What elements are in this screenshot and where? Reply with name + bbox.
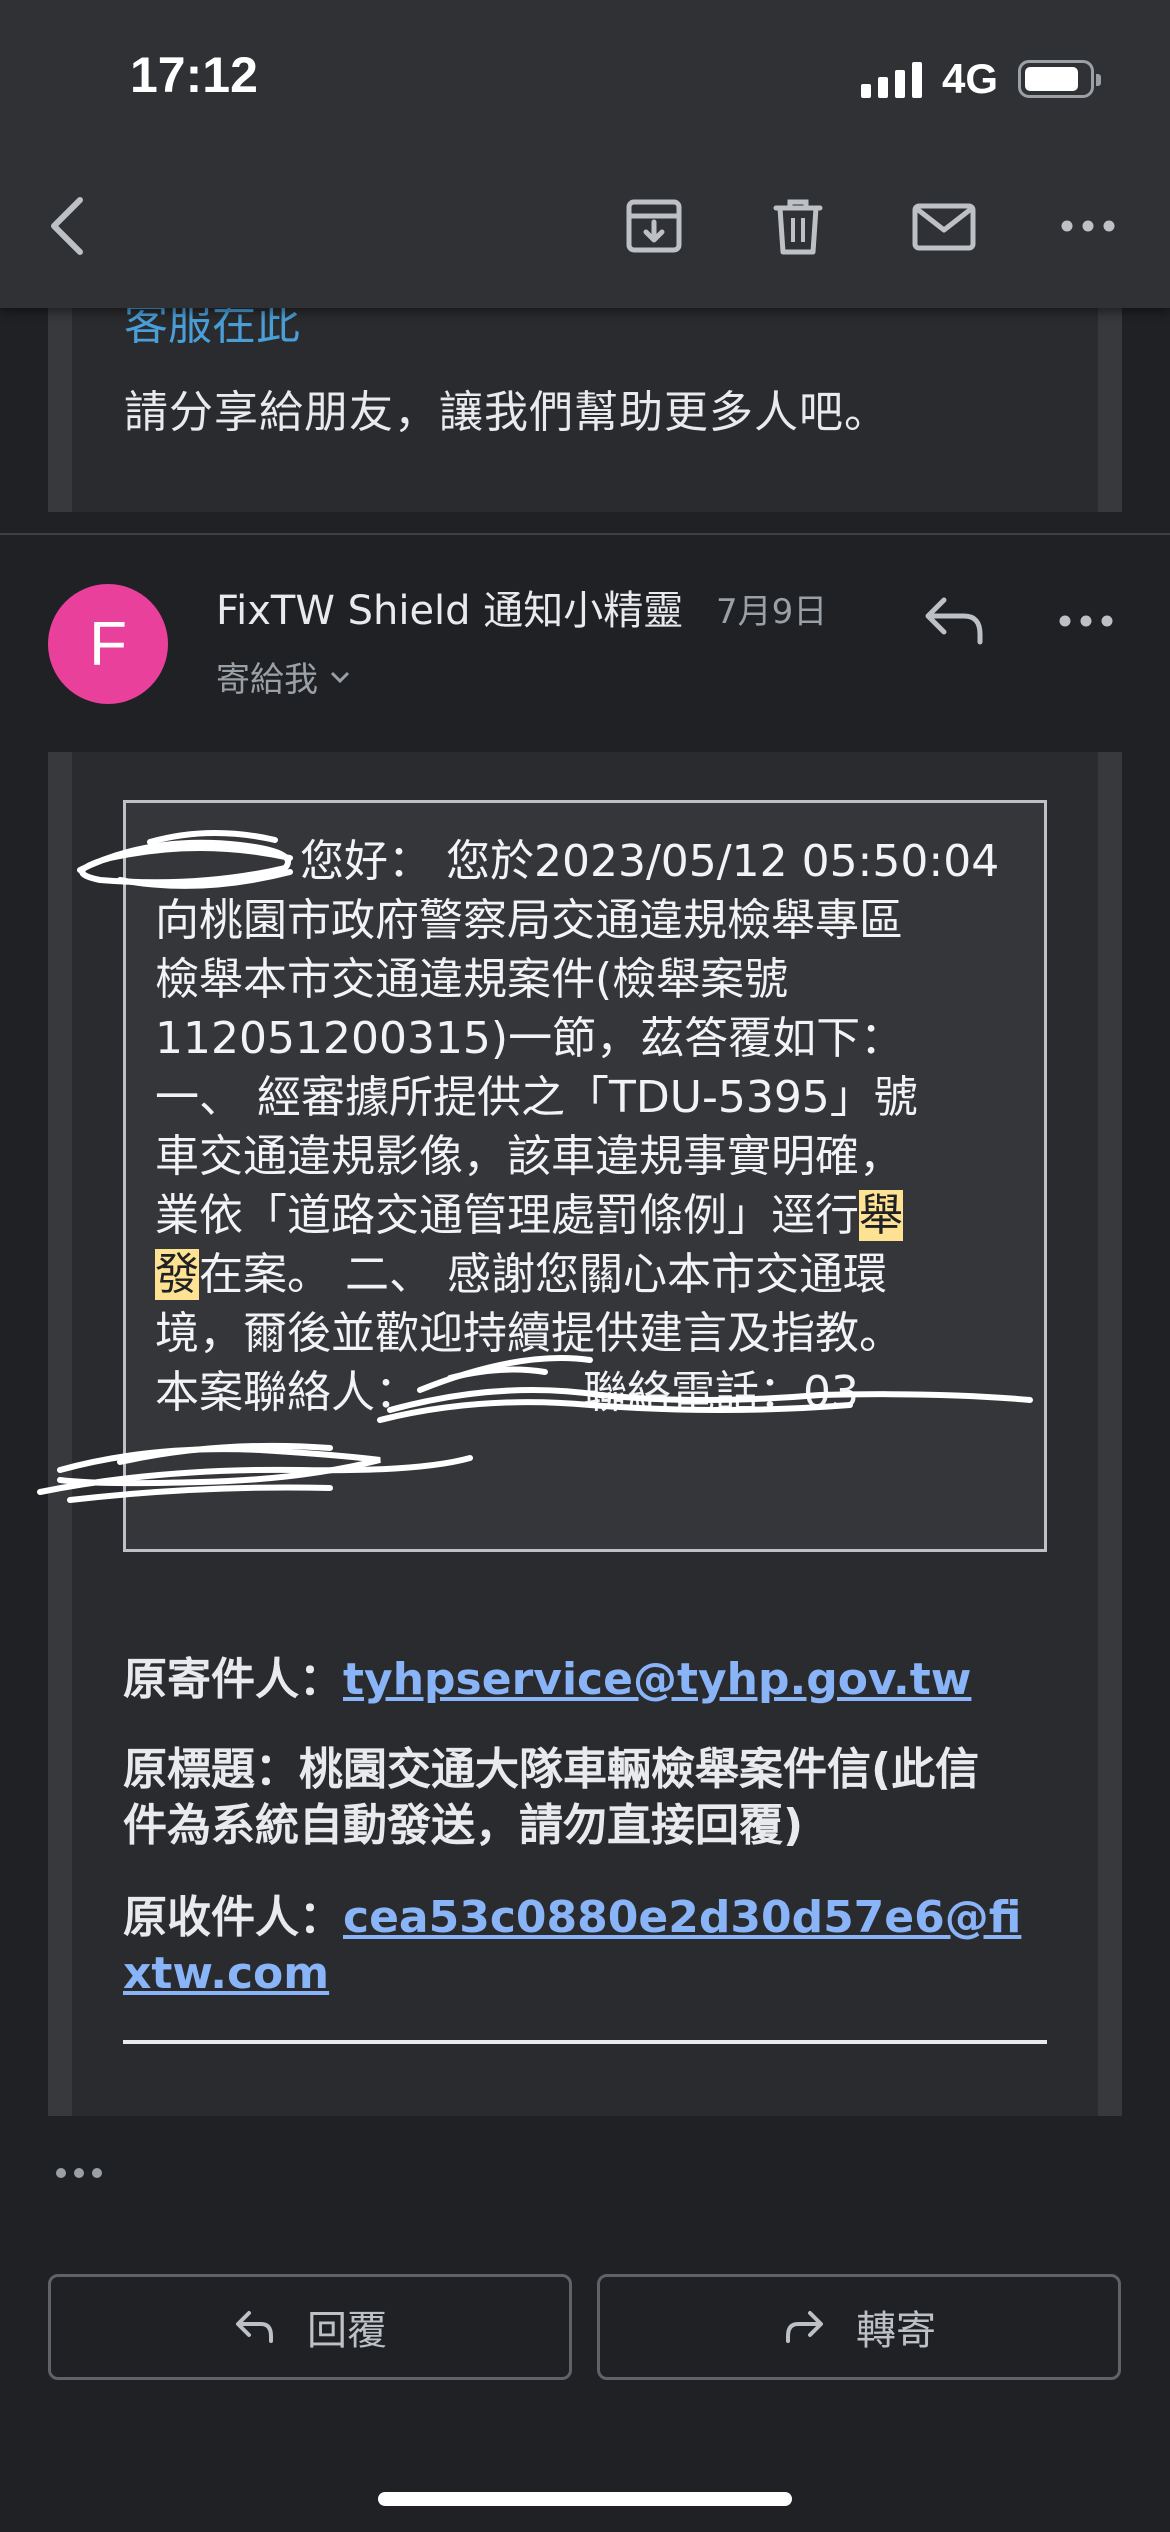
separator-line: [123, 2040, 1047, 2044]
chevron-down-icon: [330, 671, 350, 683]
reply-button-bottom[interactable]: 回覆: [48, 2274, 572, 2380]
message-divider: [0, 533, 1170, 535]
sender-name: FixTW Shield 通知小精靈: [216, 588, 684, 634]
network-type: 4G: [941, 55, 998, 102]
original-recipient-label: 原收件人：: [123, 1892, 343, 1943]
original-subject-row: 原標題：桃園交通大隊車輛檢舉案件信(此信件為系統自動發送，請勿直接回覆): [123, 1742, 1023, 1854]
reply-icon: [925, 597, 983, 645]
message-more-button[interactable]: [1056, 596, 1116, 646]
archive-button[interactable]: [616, 188, 692, 264]
forward-label: 轉寄: [856, 2308, 936, 2354]
body-line: 您好： 您於2023/05/12 05:50:04: [300, 836, 1000, 887]
recipient-details-toggle[interactable]: 寄給我: [216, 652, 352, 701]
more-icon: [56, 2168, 102, 2178]
status-indicators: 4G: [860, 54, 1101, 104]
back-button[interactable]: [40, 188, 100, 264]
more-icon: [1059, 615, 1113, 627]
body-text: 在案。 二、 感謝您關心本市交通環: [199, 1249, 887, 1300]
share-text: 請分享給朋友，讓我們幫助更多人吧。: [124, 387, 889, 438]
body-text: 本案聯絡人：: [155, 1367, 419, 1418]
home-indicator[interactable]: [378, 2492, 792, 2506]
original-subject-label: 原標題：: [123, 1744, 299, 1795]
show-trimmed-content-button[interactable]: [52, 2158, 112, 2188]
status-time: 17:12: [130, 47, 258, 103]
original-sender-link[interactable]: tyhpservice@tyhp.gov.tw: [343, 1654, 971, 1705]
body-text: 業依「道路交通管理處罰條例」逕行: [155, 1190, 859, 1241]
forward-icon: [786, 2311, 823, 2343]
archive-icon: [626, 199, 682, 253]
delete-button[interactable]: [760, 188, 836, 264]
original-sender-row: 原寄件人：tyhpservice@tyhp.gov.tw: [123, 1652, 1023, 1708]
back-arrow-icon: [51, 197, 83, 255]
more-icon: [1061, 220, 1115, 232]
original-sender-label: 原寄件人：: [123, 1654, 343, 1705]
body-line: 本案聯絡人： 聯絡電話：03-: [155, 1363, 1015, 1422]
avatar[interactable]: F: [48, 584, 168, 704]
body-line: 車交通違規影像，該車違規事實明確，: [155, 1131, 903, 1182]
body-line: 一、 經審據所提供之「TDU-5395」號: [155, 1072, 918, 1123]
message-date: 7月9日: [716, 592, 828, 632]
body-line: 境，爾後並歡迎持續提供建言及指教。: [155, 1308, 903, 1359]
original-recipient-row: 原收件人：cea53c0880e2d30d57e6@fixtw.com: [123, 1890, 1023, 2002]
mark-unread-button[interactable]: [904, 188, 984, 264]
search-highlight: 發: [155, 1249, 199, 1300]
forward-button[interactable]: 轉寄: [597, 2274, 1121, 2380]
battery-icon: [1018, 60, 1101, 98]
recipient-label: 寄給我: [216, 660, 318, 700]
reply-button[interactable]: [920, 590, 990, 650]
trash-icon: [773, 199, 823, 255]
reply-icon: [236, 2311, 273, 2343]
mail-icon: [912, 203, 976, 251]
body-text: 聯絡電話：03-: [569, 1367, 875, 1418]
body-line: 向桃園市政府警察局交通違規檢舉專區: [155, 895, 903, 946]
body-line: 檢舉本市交通違規案件(檢舉案號: [155, 954, 789, 1005]
signal-icon: [860, 60, 922, 98]
body-line: 112051200315)一節，茲答覆如下：: [155, 1013, 905, 1064]
top-app-bar: 17:12 4G: [0, 0, 1170, 308]
search-highlight: 舉: [859, 1190, 903, 1241]
reply-label: 回覆: [307, 2308, 387, 2354]
more-options-button[interactable]: [1050, 188, 1126, 264]
body-line: 發在案。 二、 感謝您關心本市交通環: [155, 1245, 1015, 1304]
notice-text: 您好： 您於2023/05/12 05:50:04 向桃園市政府警察局交通違規檢…: [155, 832, 1015, 1422]
body-line: 業依「道路交通管理處罰條例」逕行舉: [155, 1186, 1015, 1245]
